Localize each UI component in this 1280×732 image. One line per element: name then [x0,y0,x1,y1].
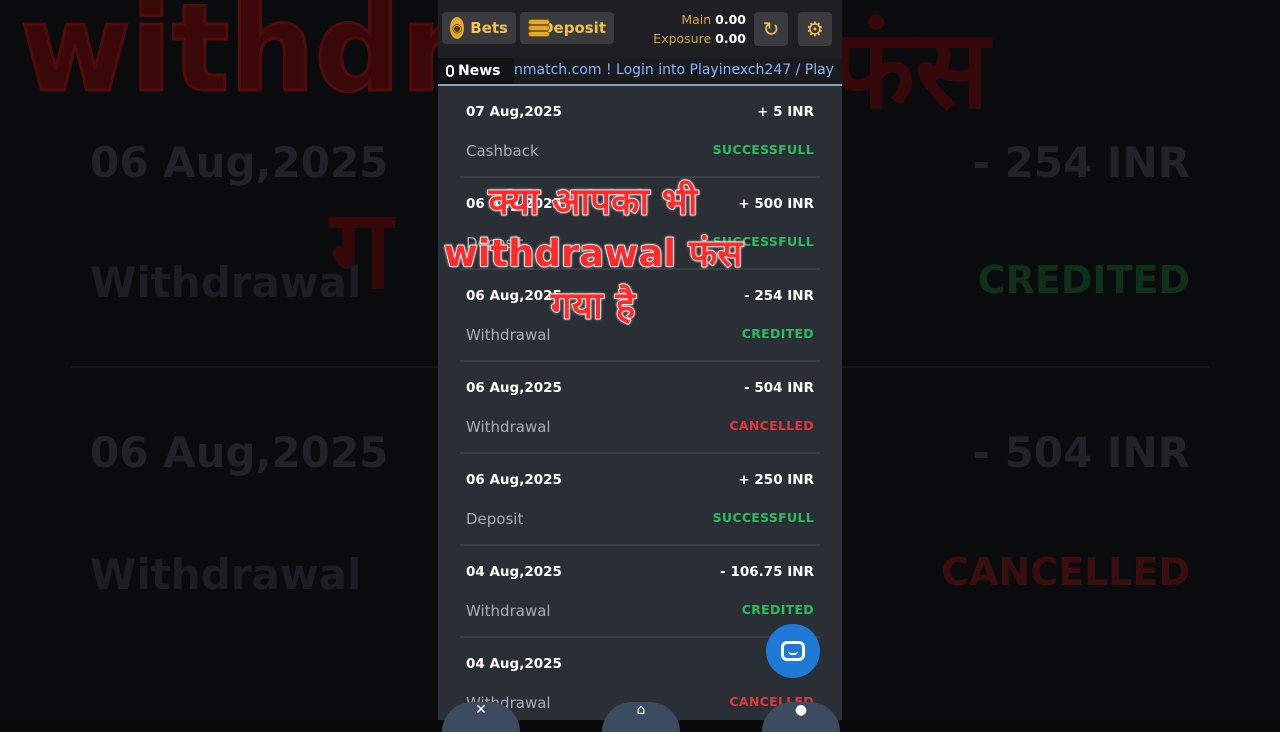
transaction-type: Withdrawal [466,418,551,436]
bottom-nav: ✕ ⌂ ● [438,700,842,732]
transaction-amount: - 254 INR [744,288,814,304]
news-ticker[interactable]: nmatch.com ! Login into Playinexch247 / … [514,62,834,78]
exposure-balance: 0.00 [715,31,746,46]
caption-line: withdrawal फंस [443,231,743,276]
transaction-date: 06 Aug,2025 [466,380,562,396]
transaction-date: 06 Aug,2025 [466,472,562,488]
sports-icon: ✕ [475,702,487,718]
phone-screen: ◉ Bets Deposit Main 0.00 Exposure 0.00 ↻… [438,0,842,720]
transaction-amount: + 500 INR [738,196,814,212]
transaction-status: SUCCESSFULL [712,510,814,525]
transaction-row[interactable]: 04 Aug,2025 - 106.75 INR Withdrawal CREDITE… [460,546,820,638]
caption-line: गया है [550,283,636,328]
main-balance: 0.00 [715,12,746,27]
transaction-type: Deposit [466,510,524,528]
nav-item-sports[interactable]: ✕ [442,702,520,732]
transaction-date: 04 Aug,2025 [466,564,562,580]
exposure-label: Exposure [653,31,712,46]
profile-icon: ● [794,702,808,718]
gear-icon: ⚙ [806,17,824,41]
transaction-status: CREDITED [741,326,814,341]
transaction-amount: - 504 INR [744,380,814,396]
news-label: News [458,63,501,79]
bets-button[interactable]: ◉ Bets [442,12,516,44]
bets-coin-icon: ◉ [450,17,465,39]
microphone-icon [446,65,454,77]
deposit-button[interactable]: Deposit [520,12,614,44]
transaction-row[interactable]: 06 Aug,2025 + 250 INR Deposit SUCCESSFULL [460,454,820,546]
transaction-status: CREDITED [741,602,814,617]
transaction-date: 07 Aug,2025 [466,104,562,120]
transaction-amount: + 250 INR [738,472,814,488]
news-label-box: News [438,58,514,84]
chat-button[interactable] [766,624,820,678]
coin-stack-icon [528,19,550,37]
refresh-button[interactable]: ↻ [754,12,788,46]
overlay-caption: क्या आपका भी withdrawal फंस गया है [438,176,748,332]
transaction-date: 04 Aug,2025 [466,656,562,672]
transaction-status: CANCELLED [729,418,814,433]
home-icon: ⌂ [636,702,646,718]
refresh-icon: ↻ [762,17,780,41]
deposit-label: Deposit [541,19,606,37]
transaction-type: Withdrawal [466,602,551,620]
transaction-type: Cashback [466,142,539,160]
transaction-amount: - 106.75 INR [720,564,814,580]
chat-icon [781,641,805,661]
transaction-row[interactable]: 07 Aug,2025 + 5 INR Cashback SUCCESSFULL [460,86,820,178]
main-label: Main [681,12,712,27]
transaction-row[interactable]: 06 Aug,2025 - 504 INR Withdrawal CANCELLED [460,362,820,454]
balance-info: Main 0.00 Exposure 0.00 [653,10,746,48]
caption-line: क्या आपका भी [488,179,699,224]
nav-item-home[interactable]: ⌂ [602,702,680,732]
bets-label: Bets [470,19,508,37]
transaction-status: SUCCESSFULL [712,142,814,157]
top-bar: ◉ Bets Deposit Main 0.00 Exposure 0.00 ↻… [438,0,842,58]
nav-item-profile[interactable]: ● [762,702,840,732]
settings-button[interactable]: ⚙ [798,12,832,46]
transaction-amount: + 5 INR [757,104,814,120]
news-bar: News nmatch.com ! Login into Playinexch2… [438,58,842,86]
